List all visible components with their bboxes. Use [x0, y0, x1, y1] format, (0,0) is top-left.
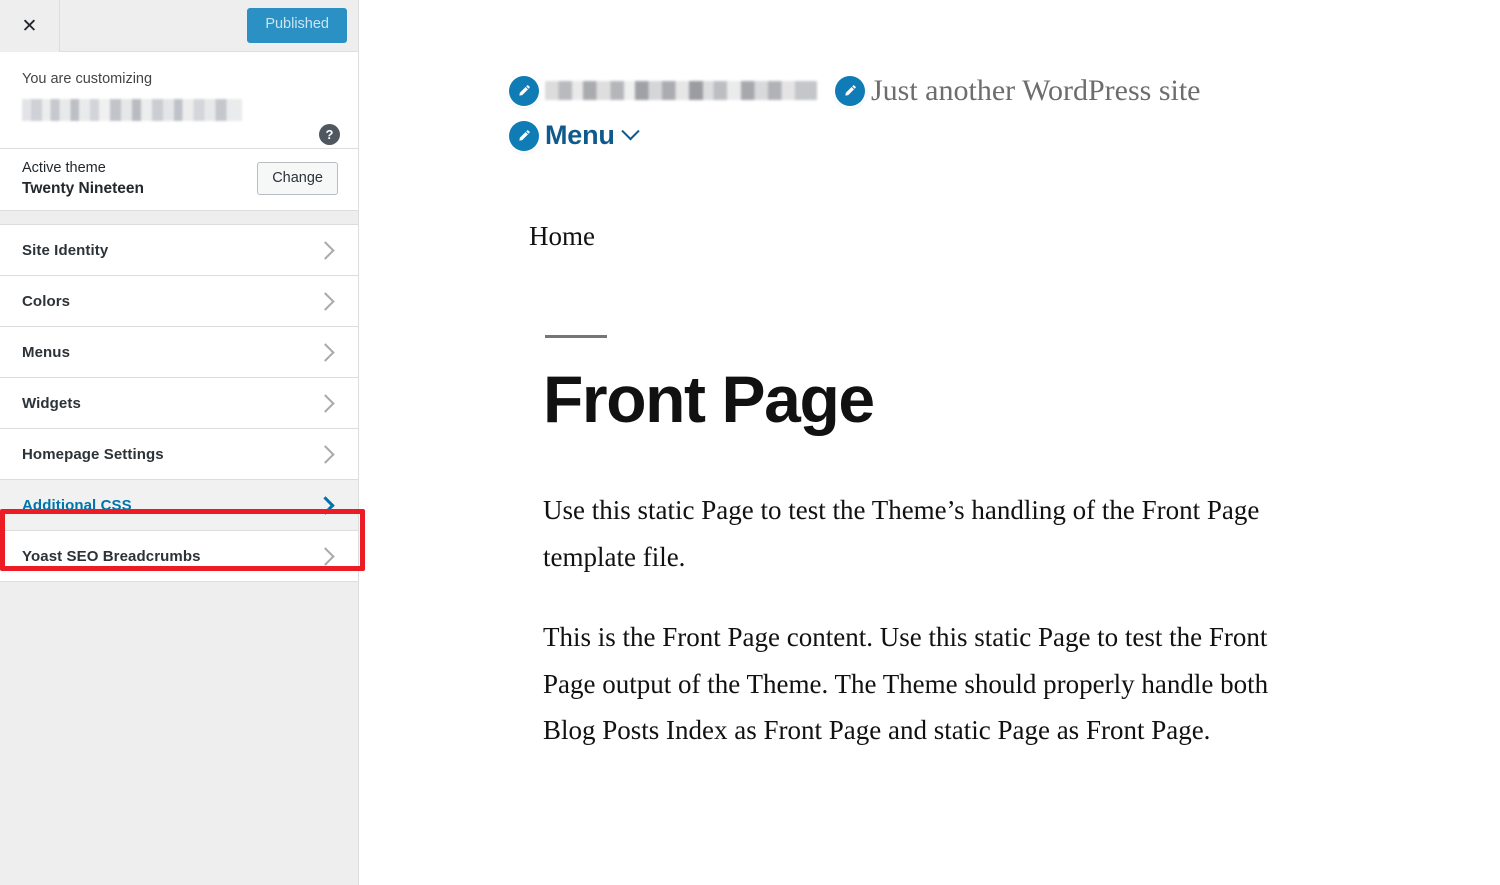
chevron-down-icon[interactable]	[621, 122, 639, 140]
sidebar-item-yoast-seo-breadcrumbs[interactable]: Yoast SEO Breadcrumbs	[0, 531, 358, 582]
site-title-redacted	[545, 81, 817, 100]
sidebar-item-colors[interactable]: Colors	[0, 276, 358, 327]
close-icon: ✕	[22, 17, 38, 36]
site-menu-line: Menu	[509, 120, 1500, 151]
pencil-edit-icon[interactable]	[509, 121, 539, 151]
customizer-topbar: ✕ Published	[0, 0, 358, 52]
sidebar-item-label: Menus	[22, 344, 70, 361]
entry-content: Use this static Page to test the Theme’s…	[543, 487, 1273, 753]
sidebar-item-label: Colors	[22, 293, 70, 310]
entry-paragraph: This is the Front Page content. Use this…	[543, 614, 1273, 753]
preview-article: Home Front Page Use this static Page to …	[359, 151, 1369, 753]
chevron-right-icon	[316, 241, 334, 259]
entry-paragraph: Use this static Page to test the Theme’s…	[543, 487, 1273, 580]
active-theme-row: Active theme Twenty Nineteen Change	[0, 149, 358, 211]
chevron-right-icon	[316, 343, 334, 361]
sidebar-item-label: Site Identity	[22, 242, 108, 259]
sidebar-item-menus[interactable]: Menus	[0, 327, 358, 378]
wordpress-customizer-screen: ✕ Published You are customizing ? Active…	[0, 0, 1500, 885]
menu-toggle-label[interactable]: Menu	[545, 120, 615, 151]
help-icon[interactable]: ?	[319, 124, 340, 145]
entry-divider-rule	[545, 335, 607, 338]
breadcrumb[interactable]: Home	[529, 223, 1369, 250]
sidebar-item-additional-css[interactable]: Additional CSS	[0, 480, 358, 531]
customizer-section-list: Site Identity Colors Menus Widgets Homep…	[0, 225, 358, 582]
chevron-right-icon	[316, 445, 334, 463]
chevron-right-icon	[316, 496, 334, 514]
preview-site-header: Just another WordPress site Menu	[359, 0, 1500, 151]
active-theme-text: Active theme Twenty Nineteen	[22, 158, 144, 200]
sidebar-item-site-identity[interactable]: Site Identity	[0, 225, 358, 276]
panel-gap	[0, 211, 358, 225]
pencil-edit-icon[interactable]	[835, 76, 865, 106]
page-title: Front Page	[543, 364, 1369, 435]
site-name-redacted-bar	[22, 99, 242, 121]
sidebar-item-widgets[interactable]: Widgets	[0, 378, 358, 429]
chevron-right-icon	[316, 547, 334, 565]
active-theme-name: Twenty Nineteen	[22, 178, 144, 200]
active-theme-label: Active theme	[22, 158, 144, 178]
site-tagline: Just another WordPress site	[871, 74, 1201, 107]
sidebar-item-label: Widgets	[22, 395, 81, 412]
customizing-label: You are customizing	[22, 70, 336, 89]
sidebar-item-label: Homepage Settings	[22, 446, 164, 463]
sidebar-item-label: Additional CSS	[22, 497, 132, 514]
customizing-info-panel: You are customizing ?	[0, 52, 358, 149]
site-branding-line: Just another WordPress site	[509, 74, 1500, 107]
chevron-right-icon	[316, 394, 334, 412]
chevron-right-icon	[316, 292, 334, 310]
close-customizer-button[interactable]: ✕	[0, 0, 60, 52]
sidebar-item-label: Yoast SEO Breadcrumbs	[22, 548, 201, 565]
customizer-sidebar: ✕ Published You are customizing ? Active…	[0, 0, 359, 885]
sidebar-item-homepage-settings[interactable]: Homepage Settings	[0, 429, 358, 480]
change-theme-button[interactable]: Change	[257, 162, 338, 195]
publish-button-wrap: Published	[247, 0, 358, 51]
publish-button[interactable]: Published	[247, 8, 347, 43]
pencil-edit-icon[interactable]	[509, 76, 539, 106]
site-preview-pane: Just another WordPress site Menu Home Fr…	[359, 0, 1500, 885]
topbar-spacer	[60, 0, 247, 51]
